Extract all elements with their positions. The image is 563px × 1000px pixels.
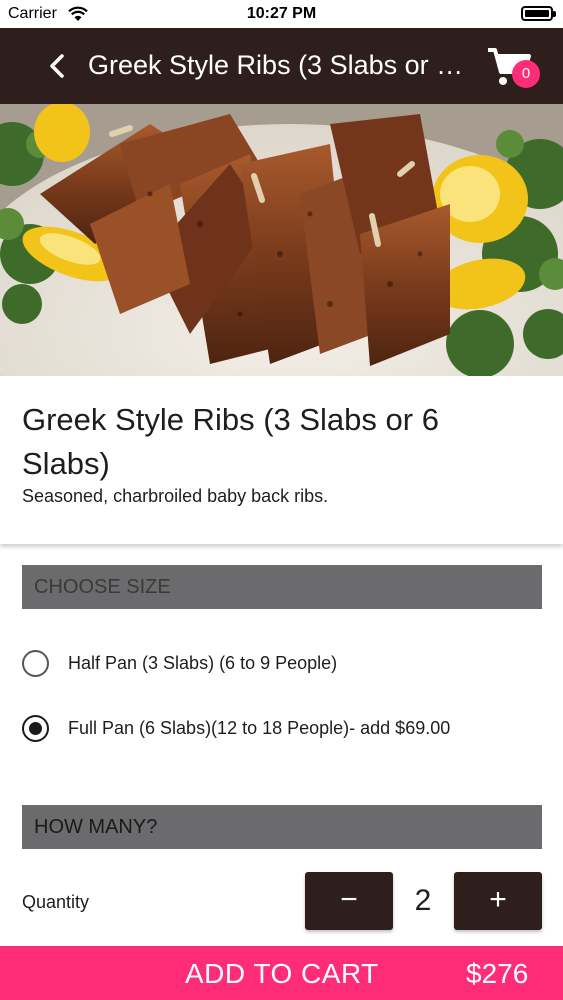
increment-button[interactable]: +: [454, 872, 542, 930]
add-to-cart-button[interactable]: ADD TO CART $276: [0, 946, 563, 1000]
plus-icon: +: [489, 883, 507, 916]
add-to-cart-label: ADD TO CART: [185, 958, 379, 989]
size-option-half-pan[interactable]: Half Pan (3 Slabs) (6 to 9 People): [22, 644, 542, 684]
radio-unselected-icon[interactable]: [22, 650, 49, 677]
nav-bar: Greek Style Ribs (3 Slabs or 6 Slabs) 0: [0, 28, 563, 104]
product-info-card: Greek Style Ribs (3 Slabs or 6 Slabs) Se…: [0, 376, 563, 544]
quantity-value: 2: [414, 884, 432, 917]
cart-count-badge: 0: [512, 60, 540, 88]
decrement-button[interactable]: −: [305, 872, 393, 930]
product-description: Seasoned, charbroiled baby back ribs.: [22, 486, 329, 506]
product-image: [0, 104, 563, 376]
choose-size-header-label: CHOOSE SIZE: [34, 576, 171, 598]
how-many-header-label: HOW MANY?: [34, 816, 158, 838]
status-bar: Carrier 10:27 PM: [0, 0, 563, 28]
battery-icon: [521, 6, 556, 21]
nav-title: Greek Style Ribs (3 Slabs or 6 Slabs): [88, 50, 478, 80]
size-option-label: Half Pan (3 Slabs) (6 to 9 People): [68, 653, 338, 673]
quantity-label: Quantity: [22, 892, 90, 912]
back-chevron-icon[interactable]: [40, 48, 76, 84]
status-time: 10:27 PM: [246, 5, 317, 22]
choose-size-header: CHOOSE SIZE: [22, 565, 542, 609]
radio-selected-icon[interactable]: [22, 715, 49, 742]
size-option-label: Full Pan (6 Slabs)(12 to 18 People)- add…: [68, 718, 451, 738]
total-price: $276: [466, 958, 529, 989]
how-many-header: HOW MANY?: [22, 805, 542, 849]
product-title: Greek Style Ribs (3 Slabs or 6 Slabs): [22, 402, 439, 481]
size-option-full-pan[interactable]: Full Pan (6 Slabs)(12 to 18 People)- add…: [22, 709, 542, 749]
minus-icon: −: [340, 883, 358, 916]
